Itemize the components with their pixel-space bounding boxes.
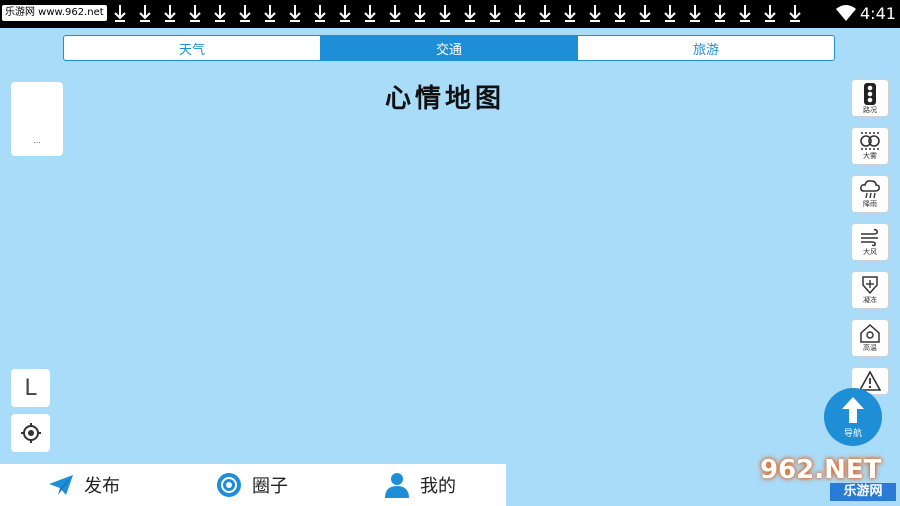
- wind-icon: [861, 228, 878, 247]
- watermark: 乐游网 www.962.net: [2, 5, 107, 21]
- download-notifications: [110, 3, 804, 23]
- download-icon: [360, 3, 379, 23]
- traffic-light-icon: [864, 83, 876, 105]
- page-title: 心情地图: [384, 84, 505, 114]
- traffic-label: 路况: [863, 106, 877, 114]
- paper-plane-icon: [49, 475, 73, 495]
- download-icon: [235, 3, 254, 23]
- download-icon: [735, 3, 754, 23]
- freeze-button[interactable]: 凝冻: [851, 271, 889, 309]
- download-icon: [135, 3, 154, 23]
- rain-label: 降雨: [863, 200, 877, 208]
- heat-button[interactable]: 高温: [851, 319, 889, 357]
- info-card-text: ...: [33, 136, 41, 145]
- download-icon: [410, 3, 429, 23]
- bottom-item-label: 我的: [420, 476, 456, 497]
- fog-button[interactable]: 大雾: [851, 127, 889, 165]
- navigation-label: 导航: [843, 428, 862, 439]
- clock: 4:41: [860, 4, 896, 23]
- download-icon: [260, 3, 279, 23]
- download-icon: [310, 3, 329, 23]
- locate-icon: [20, 423, 41, 443]
- locate-button[interactable]: [11, 414, 50, 452]
- download-icon: [485, 3, 504, 23]
- fog-icon: [860, 132, 880, 150]
- download-icon: [210, 3, 229, 23]
- download-icon: [160, 3, 179, 23]
- logo-sub-text: 乐游网: [830, 483, 896, 501]
- bottom-item-publish[interactable]: 发布: [0, 464, 168, 506]
- download-icon: [535, 3, 554, 23]
- download-icon: [760, 3, 779, 23]
- logo-main-text: 962.NET: [760, 455, 882, 485]
- download-icon: [110, 3, 129, 23]
- wind-label: 大风: [863, 248, 877, 256]
- download-icon: [710, 3, 729, 23]
- download-icon: [785, 3, 804, 23]
- download-icon: [460, 3, 479, 23]
- bottom-item-mine[interactable]: 我的: [336, 464, 504, 506]
- layer-button-label: L: [24, 375, 37, 401]
- download-icon: [185, 3, 204, 23]
- download-icon: [435, 3, 454, 23]
- layer-button[interactable]: L: [11, 369, 50, 407]
- wifi-icon: [836, 5, 856, 21]
- freeze-label: 凝冻: [863, 296, 877, 304]
- info-card[interactable]: ...: [11, 82, 63, 156]
- bottom-navigation: 发布 圈子 我的: [0, 464, 506, 506]
- category-tabs: 天气 交通 旅游: [63, 35, 835, 61]
- download-icon: [510, 3, 529, 23]
- site-logo: 962.NET 乐游网: [760, 455, 896, 503]
- download-icon: [610, 3, 629, 23]
- freeze-icon: [862, 276, 878, 295]
- download-icon: [660, 3, 679, 23]
- tab-weather[interactable]: 天气: [64, 36, 320, 60]
- download-icon: [635, 3, 654, 23]
- heat-icon: [860, 323, 880, 343]
- heat-label: 高温: [863, 344, 877, 352]
- download-icon: [285, 3, 304, 23]
- tab-travel[interactable]: 旅游: [577, 36, 834, 60]
- download-icon: [385, 3, 404, 23]
- download-icon: [685, 3, 704, 23]
- download-icon: [560, 3, 579, 23]
- rain-button[interactable]: 降雨: [851, 175, 889, 213]
- bottom-item-label: 圈子: [252, 476, 288, 497]
- download-icon: [335, 3, 354, 23]
- traffic-button[interactable]: 路况: [851, 79, 889, 117]
- tab-traffic[interactable]: 交通: [320, 36, 577, 60]
- arrow-up-icon: [842, 396, 864, 423]
- warning-icon: [859, 371, 881, 391]
- circle-icon: [217, 473, 241, 497]
- status-bar: 乐游网 www.962.net 4:41: [0, 0, 900, 28]
- navigation-button[interactable]: 导航: [824, 388, 882, 446]
- wind-button[interactable]: 大风: [851, 223, 889, 261]
- bottom-item-circle[interactable]: 圈子: [168, 464, 336, 506]
- person-icon: [385, 473, 409, 498]
- download-icon: [585, 3, 604, 23]
- fog-label: 大雾: [863, 152, 877, 160]
- rain-icon: [860, 180, 880, 199]
- bottom-item-label: 发布: [84, 476, 120, 497]
